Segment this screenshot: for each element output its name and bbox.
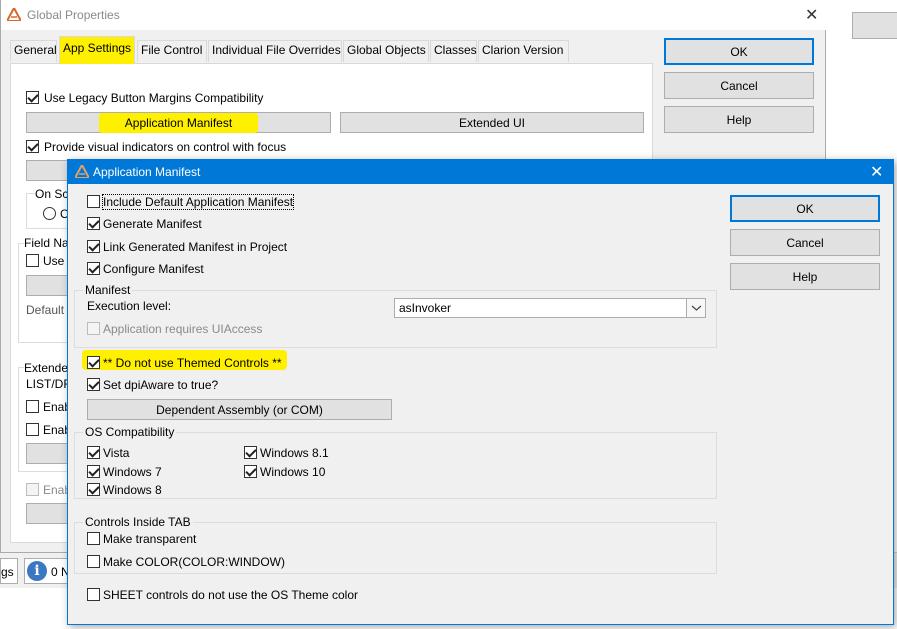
tab-clarion-version[interactable]: Clarion Version — [478, 40, 569, 62]
os-compat-title: OS Compatibility — [83, 425, 177, 439]
win7-label: Windows 7 — [103, 465, 162, 479]
application-manifest-button[interactable]: Application Manifest — [26, 112, 331, 133]
make-color-label: Make COLOR(COLOR:WINDOW) — [103, 555, 286, 569]
manifest-help-button[interactable]: Help — [730, 263, 880, 290]
chevron-down-icon[interactable] — [686, 299, 705, 317]
taskbar-left-text: gs — [1, 565, 14, 579]
use-legacy-checkbox[interactable] — [26, 91, 39, 104]
manifest-ok-button[interactable]: OK — [730, 195, 880, 222]
enable-checkbox-1[interactable] — [26, 400, 39, 413]
enable-checkbox-2[interactable] — [26, 423, 39, 436]
manifest-logo-icon — [73, 162, 91, 179]
use-legacy-label: Use Legacy Button Margins Compatibility — [44, 91, 264, 105]
dpi-aware-label: Set dpiAware to true? — [103, 378, 219, 392]
global-ok-button[interactable]: OK — [664, 38, 814, 65]
generate-manifest-checkbox[interactable] — [87, 217, 100, 230]
app-manifest-titlebar[interactable]: Application Manifest ✕ — [68, 160, 893, 184]
configure-manifest-label: Configure Manifest — [103, 262, 204, 276]
clarion-logo-icon — [5, 5, 23, 22]
uiaccess-checkbox[interactable] — [87, 322, 100, 335]
include-default-label: Include Default Application Manifest — [101, 194, 295, 210]
link-generated-label: Link Generated Manifest in Project — [103, 240, 288, 254]
visual-indicators-label: Provide visual indicators on control wit… — [44, 140, 287, 154]
generate-manifest-label: Generate Manifest — [103, 217, 202, 231]
global-ok-label: OK — [730, 44, 748, 59]
app-manifest-close-icon[interactable]: ✕ — [870, 162, 883, 182]
configure-manifest-checkbox[interactable] — [87, 262, 100, 275]
global-properties-title: Global Properties — [27, 8, 120, 22]
app-manifest-title: Application Manifest — [93, 165, 201, 179]
on-screen-radio[interactable] — [43, 207, 56, 220]
vista-checkbox[interactable] — [87, 446, 100, 459]
global-properties-titlebar[interactable]: Global Properties ✕ — [1, 0, 827, 30]
uiaccess-label: Application requires UIAccess — [103, 322, 263, 336]
taskbar-left-item[interactable]: gs — [0, 558, 18, 584]
global-cancel-button[interactable]: Cancel — [664, 72, 814, 99]
execution-level-label: Execution level: — [87, 299, 172, 313]
tab-global-objects[interactable]: Global Objects — [343, 40, 429, 62]
default-label: Default — [26, 303, 65, 317]
global-cancel-label: Cancel — [720, 78, 758, 93]
tab-classes[interactable]: Classes — [430, 40, 477, 62]
make-transparent-checkbox[interactable] — [87, 532, 100, 545]
dependent-assembly-button[interactable]: Dependent Assembly (or COM) — [87, 399, 392, 420]
manifest-cancel-label: Cancel — [786, 235, 824, 250]
app-manifest-window: Application Manifest ✕ Include Default A… — [67, 159, 894, 625]
dpi-aware-checkbox[interactable] — [87, 378, 100, 391]
make-transparent-label: Make transparent — [103, 532, 197, 546]
execution-level-select[interactable]: asInvoker — [394, 298, 706, 318]
win10-label: Windows 10 — [260, 465, 326, 479]
win81-label: Windows 8.1 — [260, 446, 329, 460]
manifest-help-label: Help — [792, 269, 818, 284]
manifest-group-title: Manifest — [83, 283, 133, 297]
vista-label: Vista — [103, 446, 130, 460]
win8-checkbox[interactable] — [87, 483, 100, 496]
tab-file-control-label: File Control — [141, 43, 203, 57]
global-help-label: Help — [726, 112, 752, 127]
os-compat-group — [74, 432, 717, 499]
tab-individual-file-overrides-label: Individual File Overrides — [212, 43, 341, 57]
use-checkbox[interactable] — [26, 254, 39, 267]
controls-tab-title: Controls Inside TAB — [83, 515, 193, 529]
dependent-assembly-label: Dependent Assembly (or COM) — [156, 402, 323, 417]
tab-classes-label: Classes — [434, 43, 477, 57]
tab-app-settings[interactable]: App Settings — [59, 36, 135, 64]
win8-label: Windows 8 — [103, 483, 162, 497]
tab-general-label: General — [14, 43, 57, 57]
tab-clarion-version-label: Clarion Version — [482, 43, 564, 57]
field-label: Field Na — [24, 236, 69, 250]
sheet-controls-label: SHEET controls do not use the OS Theme c… — [103, 588, 359, 602]
themed-controls-checkbox[interactable] — [87, 356, 100, 369]
global-properties-close-icon[interactable]: ✕ — [805, 5, 818, 25]
extended-ui-button[interactable]: Extended UI — [340, 112, 644, 133]
list-label: LIST/DR — [26, 377, 73, 391]
manifest-cancel-button[interactable]: Cancel — [730, 229, 880, 256]
tab-general[interactable]: General — [10, 40, 57, 62]
tab-file-control[interactable]: File Control — [137, 40, 207, 62]
tab-global-objects-label: Global Objects — [347, 43, 426, 57]
win81-checkbox[interactable] — [244, 446, 257, 459]
manifest-ok-label: OK — [796, 201, 814, 216]
tab-app-settings-label: App Settings — [63, 41, 132, 55]
make-color-checkbox[interactable] — [87, 555, 100, 568]
application-manifest-button-label: Application Manifest — [98, 112, 259, 133]
execution-level-value: asInvoker — [399, 301, 452, 315]
global-help-button[interactable]: Help — [664, 106, 814, 133]
link-generated-checkbox[interactable] — [87, 240, 100, 253]
enable-checkbox-3[interactable] — [26, 483, 39, 496]
background-right-button[interactable] — [852, 12, 897, 39]
info-icon: i — [27, 561, 47, 581]
win7-checkbox[interactable] — [87, 465, 100, 478]
taskbar-status-item[interactable]: i 0 N — [24, 558, 72, 584]
tab-individual-file-overrides[interactable]: Individual File Overrides — [208, 40, 342, 62]
sheet-controls-checkbox[interactable] — [87, 588, 100, 601]
win10-checkbox[interactable] — [244, 465, 257, 478]
extended-label: Extende — [24, 361, 69, 375]
themed-controls-label: ** Do not use Themed Controls ** — [103, 356, 282, 370]
visual-indicators-checkbox[interactable] — [26, 140, 39, 153]
extended-ui-button-label: Extended UI — [458, 115, 526, 130]
include-default-checkbox[interactable] — [87, 195, 100, 208]
